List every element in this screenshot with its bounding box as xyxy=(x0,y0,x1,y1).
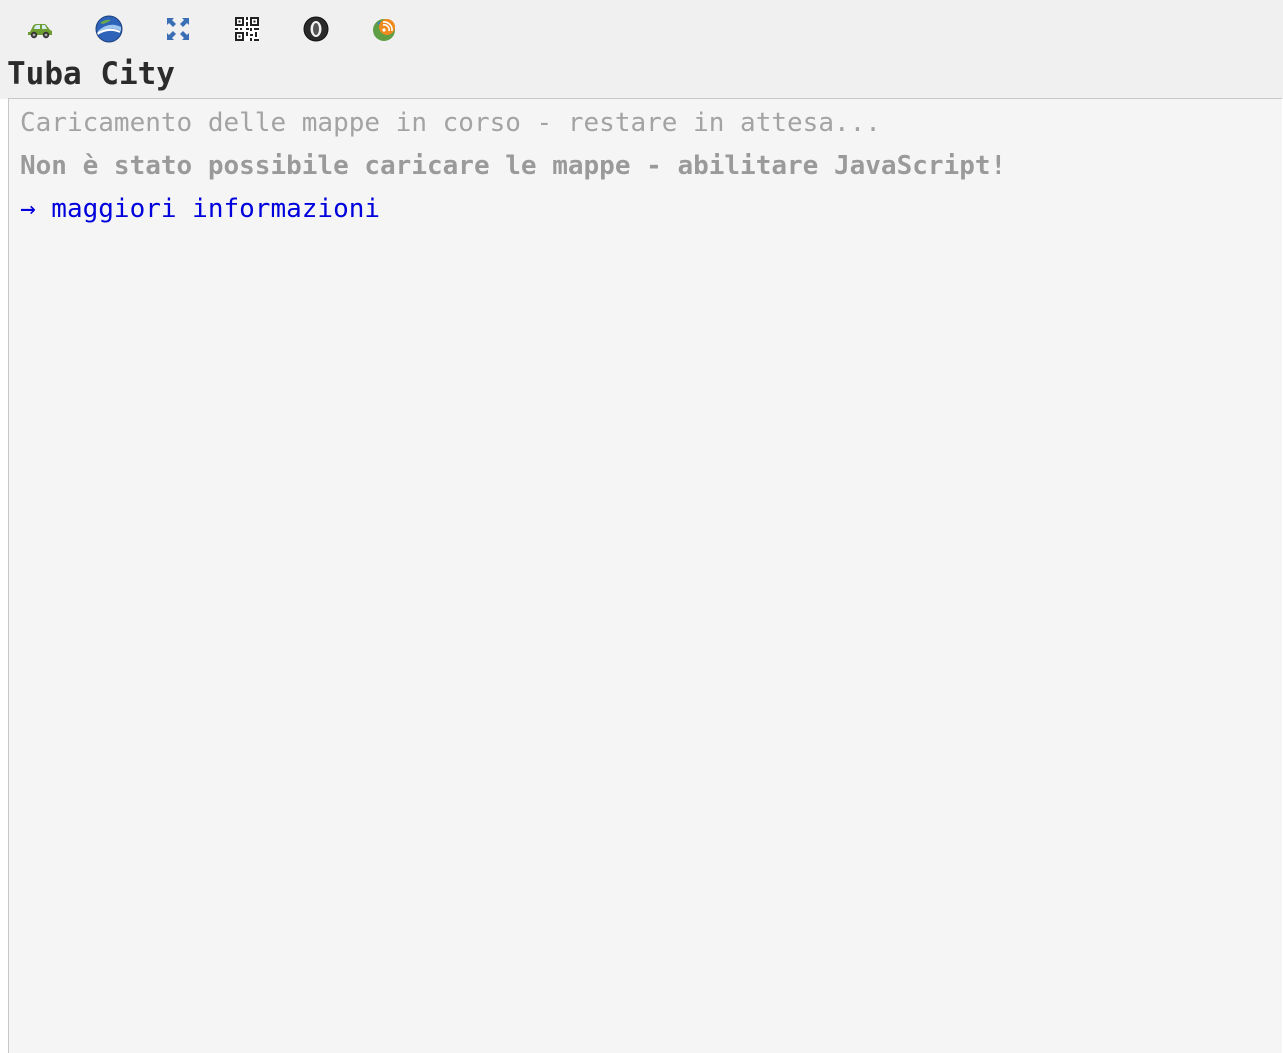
rss-feed-icon[interactable] xyxy=(369,13,401,45)
loading-message: Caricamento delle mappe in corso - resta… xyxy=(20,108,881,138)
header: Tuba City xyxy=(0,0,1283,99)
page-title: Tuba City xyxy=(7,56,175,92)
qr-code-icon[interactable] xyxy=(231,13,263,45)
opera-icon[interactable] xyxy=(300,13,332,45)
javascript-error-message: Non è stato possibile caricare le mappe … xyxy=(20,151,1007,181)
toolbar xyxy=(24,13,438,45)
page: Tuba City Caricamento delle mappe in cor… xyxy=(0,0,1283,1053)
fullscreen-icon[interactable] xyxy=(162,13,194,45)
more-info-link[interactable]: → maggiori informazioni xyxy=(20,192,380,226)
car-icon[interactable] xyxy=(24,13,56,45)
map-container: Caricamento delle mappe in corso - resta… xyxy=(8,98,1282,1053)
google-earth-icon[interactable] xyxy=(93,13,125,45)
